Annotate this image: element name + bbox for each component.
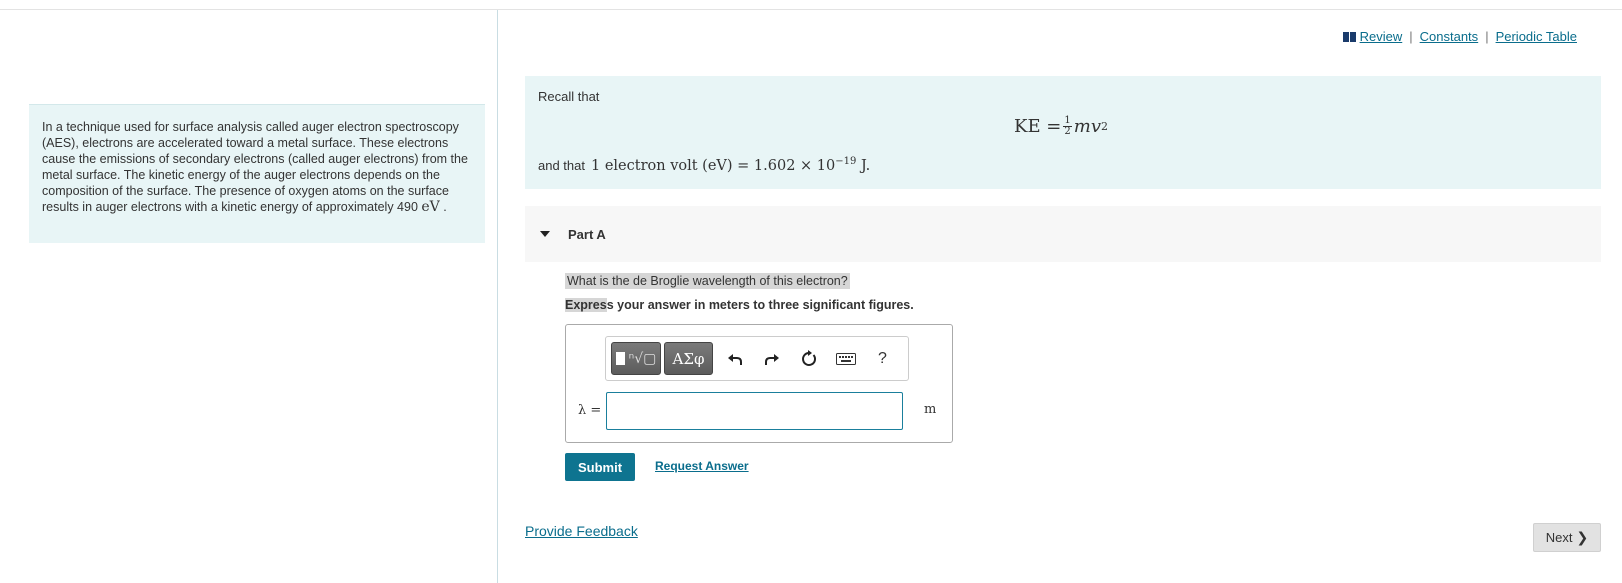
next-button[interactable]: Next ❯ (1533, 523, 1601, 552)
periodic-table-link[interactable]: Periodic Table (1496, 29, 1577, 44)
chevron-right-icon: ❯ (1576, 529, 1589, 545)
provide-feedback-link[interactable]: Provide Feedback (525, 523, 638, 539)
book-icon (1342, 31, 1356, 42)
undo-icon[interactable] (716, 342, 753, 375)
instructions-text: Express your answer in meters to three s… (565, 298, 914, 312)
problem-intro: In a technique used for surface analysis… (29, 104, 485, 243)
radical-icon: ⁿ√▢ (628, 350, 657, 367)
math-toolbar: ⁿ√▢ ΑΣφ ? (605, 336, 909, 381)
intro-unit: eV (421, 199, 440, 215)
link-separator: | (1485, 29, 1489, 44)
unit-label: m (924, 402, 937, 417)
answer-input[interactable] (606, 392, 903, 430)
ke-lhs: KE = (1014, 116, 1062, 137)
intro-text: In a technique used for surface analysis… (42, 120, 468, 214)
half-fraction: 1 2 (1063, 116, 1072, 137)
submit-button[interactable]: Submit (565, 453, 635, 481)
part-a-header[interactable]: Part A (525, 206, 1601, 262)
resource-links: Review | Constants | Periodic Table (1342, 29, 1577, 44)
templates-icon (615, 352, 625, 365)
next-label: Next (1545, 530, 1573, 545)
top-divider (0, 9, 1622, 10)
recall-panel: Recall that KE = 1 2 mv 2 and that 1 elec… (525, 76, 1601, 189)
kinetic-energy-formula: KE = 1 2 mv 2 (1014, 116, 1109, 138)
intro-tail: . (439, 200, 447, 214)
reset-icon[interactable] (790, 342, 827, 375)
link-separator: | (1409, 29, 1413, 44)
ev-value: 1 electron volt (eV) = 1.602 × 10 (591, 157, 836, 174)
column-divider (497, 10, 498, 583)
variable-label: λ = (578, 403, 602, 418)
ev-equation: 1 electron volt (eV) = 1.602 × 10−19 J. (591, 156, 870, 174)
ke-exponent: 2 (1101, 120, 1109, 133)
greek-letters-button[interactable]: ΑΣφ (664, 342, 713, 375)
ev-intro: and that (538, 157, 585, 173)
templates-button[interactable]: ⁿ√▢ (611, 342, 661, 375)
constants-link[interactable]: Constants (1420, 29, 1479, 44)
keyboard-icon[interactable] (827, 342, 864, 375)
collapse-triangle-icon[interactable] (540, 231, 550, 237)
answer-box: ⁿ√▢ ΑΣφ ? λ = m (565, 324, 953, 443)
ev-unit: J. (856, 157, 871, 174)
request-answer-link[interactable]: Request Answer (655, 459, 749, 473)
ev-definition: and that 1 electron volt (eV) = 1.602 × … (538, 156, 870, 174)
frac-denominator: 2 (1064, 126, 1071, 137)
part-label: Part A (568, 226, 606, 242)
review-link[interactable]: Review (1360, 29, 1403, 44)
ev-exponent: −19 (835, 156, 857, 167)
help-icon[interactable]: ? (864, 342, 901, 375)
recall-intro: Recall that (538, 89, 600, 104)
instructions-rest: s your answer in meters to three signifi… (606, 298, 914, 312)
instructions-highlight: Expres (565, 298, 607, 312)
question-text: What is the de Broglie wavelength of thi… (565, 273, 850, 289)
ke-rhs: mv (1073, 116, 1102, 137)
redo-icon[interactable] (753, 342, 790, 375)
